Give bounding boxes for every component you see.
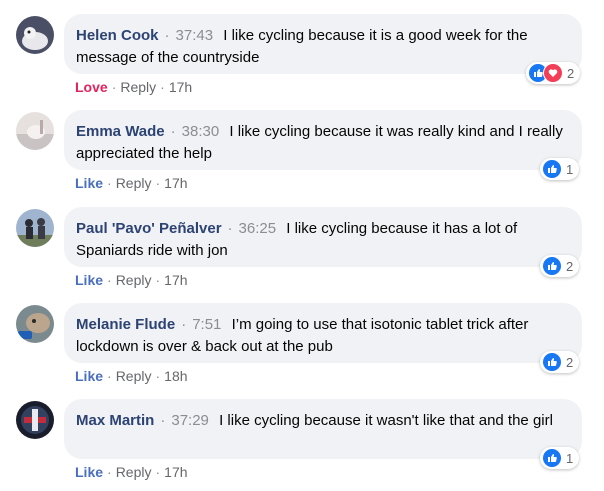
- avatar[interactable]: [16, 209, 54, 247]
- like-button[interactable]: Like: [75, 368, 103, 384]
- comment-timestamp[interactable]: 38:30: [182, 123, 220, 140]
- comment-actions: Like · Reply · 17h: [75, 175, 188, 191]
- separator-dot: ·: [155, 175, 161, 191]
- like-icon: [542, 352, 562, 372]
- avatar[interactable]: [16, 305, 54, 343]
- separator-dot: ·: [107, 175, 112, 191]
- reaction-summary[interactable]: 1: [540, 447, 580, 469]
- comment-age[interactable]: 17h: [164, 272, 187, 288]
- separator-dot: ·: [181, 316, 187, 333]
- comment-item: Melanie Flude · 7:51 I’m going to use that…: [0, 289, 604, 385]
- comment-timestamp[interactable]: 37:29: [171, 412, 209, 429]
- separator-dot: ·: [107, 464, 112, 480]
- reaction-count: 1: [566, 161, 574, 177]
- avatar[interactable]: [16, 401, 54, 439]
- like-icon: [542, 448, 562, 468]
- separator-dot: ·: [160, 412, 166, 429]
- reply-button[interactable]: Reply: [120, 79, 156, 95]
- comment-age[interactable]: 17h: [164, 464, 187, 480]
- reaction-summary[interactable]: 2: [540, 255, 580, 277]
- avatar[interactable]: [16, 16, 54, 54]
- separator-dot: ·: [111, 79, 117, 95]
- comment-age[interactable]: 18h: [164, 368, 187, 384]
- separator-dot: ·: [155, 464, 161, 480]
- comment-bubble: Paul 'Pavo' Peñalver · 36:25 I like cyclin…: [64, 207, 582, 267]
- separator-dot: ·: [155, 272, 161, 288]
- comment-item: Emma Wade · 38:30 I like cycling because i…: [0, 96, 604, 192]
- reaction-summary[interactable]: 2: [540, 351, 580, 373]
- comment-author[interactable]: Helen Cook: [76, 27, 159, 44]
- reaction-summary[interactable]: 2: [526, 62, 581, 84]
- like-icon: [542, 256, 562, 276]
- separator-dot: ·: [160, 79, 165, 95]
- reply-button[interactable]: Reply: [116, 464, 152, 480]
- reaction-count: 2: [566, 354, 574, 370]
- comment-actions: Like · Reply · 17h: [75, 464, 188, 480]
- reply-button[interactable]: Reply: [116, 272, 152, 288]
- reaction-count: 1: [566, 450, 574, 466]
- separator-dot: ·: [227, 220, 233, 237]
- comment-timestamp[interactable]: 37:43: [176, 27, 214, 44]
- separator-dot: ·: [170, 123, 176, 140]
- comment-bubble: Helen Cook · 37:43 I like cycling because …: [64, 14, 582, 74]
- comment-item: Max Martin · 37:29 I like cycling because …: [0, 385, 604, 481]
- comment-author[interactable]: Paul 'Pavo' Peñalver: [76, 220, 222, 237]
- comment-author[interactable]: Max Martin: [76, 412, 154, 429]
- reaction-count: 2: [567, 65, 575, 81]
- reply-button[interactable]: Reply: [116, 368, 152, 384]
- reaction-count: 2: [566, 258, 574, 274]
- love-icon: [543, 63, 563, 83]
- avatar[interactable]: [16, 112, 54, 150]
- comment-age[interactable]: 17h: [169, 79, 192, 95]
- comment-timestamp[interactable]: 36:25: [239, 220, 277, 237]
- separator-dot: ·: [107, 272, 112, 288]
- comment-actions: Like · Reply · 18h: [75, 368, 188, 384]
- comment-item: Paul 'Pavo' Peñalver · 36:25 I like cyclin…: [0, 193, 604, 289]
- comment-bubble: Emma Wade · 38:30 I like cycling because i…: [64, 110, 582, 170]
- comment-text: I like cycling because it wasn't like th…: [219, 412, 553, 429]
- comment-author[interactable]: Melanie Flude: [76, 316, 175, 333]
- like-button[interactable]: Like: [75, 272, 103, 288]
- comment-bubble: Melanie Flude · 7:51 I’m going to use that…: [64, 303, 582, 363]
- comment-item: Helen Cook · 37:43 I like cycling because …: [0, 0, 604, 96]
- comment-actions: Love · Reply · 17h: [75, 79, 192, 95]
- comment-bubble: Max Martin · 37:29 I like cycling because …: [64, 399, 582, 459]
- comment-age[interactable]: 17h: [164, 175, 187, 191]
- separator-dot: ·: [155, 368, 161, 384]
- comment-author[interactable]: Emma Wade: [76, 123, 165, 140]
- like-button[interactable]: Like: [75, 175, 103, 191]
- comment-timestamp[interactable]: 7:51: [192, 316, 221, 333]
- love-button[interactable]: Love: [75, 79, 108, 95]
- separator-dot: ·: [164, 27, 170, 44]
- reaction-summary[interactable]: 1: [540, 158, 580, 180]
- like-icon: [542, 159, 562, 179]
- comment-actions: Like · Reply · 17h: [75, 272, 188, 288]
- separator-dot: ·: [107, 368, 112, 384]
- like-button[interactable]: Like: [75, 464, 103, 480]
- reply-button[interactable]: Reply: [116, 175, 152, 191]
